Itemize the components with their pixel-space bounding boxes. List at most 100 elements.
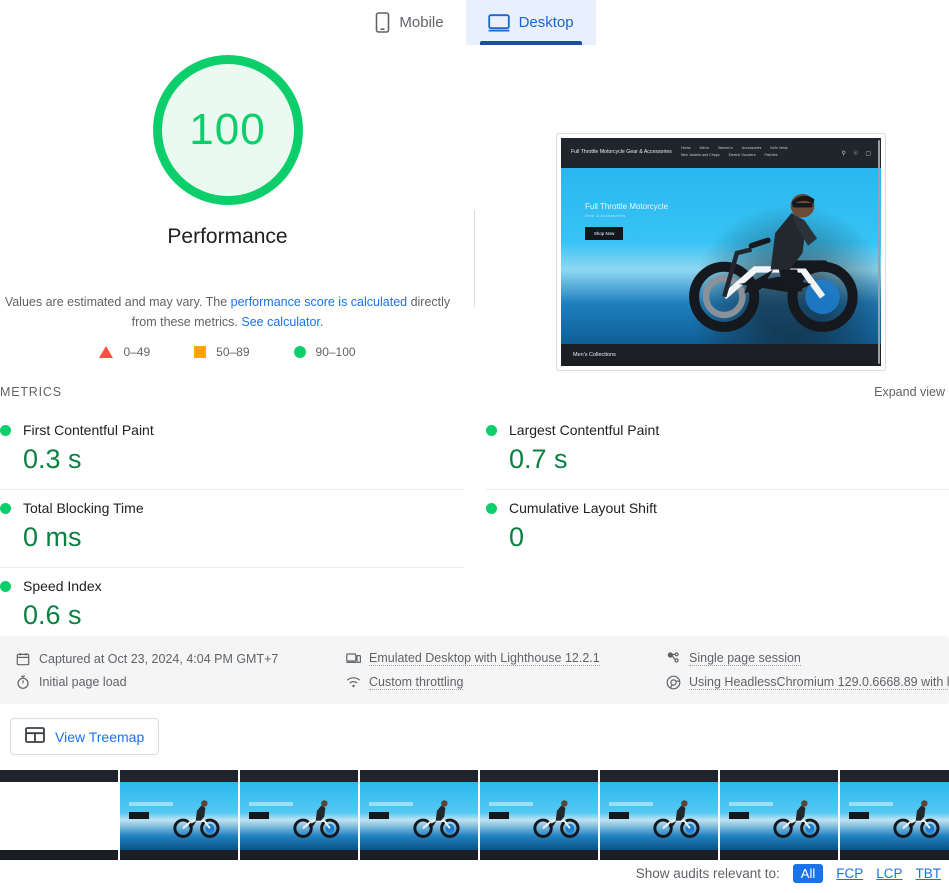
- pagespeed-report: Mobile Desktop 100 Performance Full Thro…: [0, 0, 949, 893]
- cart-icon: ▢: [865, 150, 871, 157]
- frame-footer: [0, 850, 118, 860]
- metric-label: Cumulative Layout Shift: [509, 500, 657, 517]
- frame-hero-cta: [249, 812, 269, 819]
- frame-hero-cta: [849, 812, 869, 819]
- frame-footer: [600, 850, 718, 860]
- metric-value: 0.7 s: [509, 444, 568, 474]
- nav-item: Accessories: [741, 146, 762, 150]
- metric-label: First Contentful Paint: [23, 422, 154, 438]
- frame-footer: [480, 850, 598, 860]
- final-screenshot: Full Throttle Motorcycle Gear & Accessor…: [561, 138, 881, 366]
- screenshot-scrollbar: [878, 140, 880, 364]
- treemap-icon: [25, 727, 45, 746]
- frame-footer: [360, 850, 478, 860]
- filter-fcp[interactable]: FCP: [836, 866, 863, 881]
- metrics-column-right: Largest Contentful Paint 0.7 s Cumulativ…: [486, 412, 949, 645]
- nav-item: Patches: [764, 153, 778, 157]
- filter-tbt[interactable]: TBT: [916, 866, 942, 881]
- nav-item: Kid's Vests: [770, 146, 788, 150]
- metric-speed-index[interactable]: Speed Index 0.6 s: [0, 568, 464, 645]
- frame-hero-cta: [369, 812, 389, 819]
- frame-hero-cta: [489, 812, 509, 819]
- expand-view-link[interactable]: Expand view: [874, 385, 945, 399]
- performance-gauge[interactable]: 100: [152, 55, 303, 205]
- frame-body: [120, 782, 238, 850]
- score-legend: 0–49 50–89 90–100: [0, 345, 455, 359]
- env-user-agent[interactable]: Using HeadlessChromium 129.0.6668.89 wit…: [666, 675, 949, 690]
- site-nav-row-secondary: Men Jackets and Chaps Electric Scooters …: [681, 153, 842, 157]
- frame-header: [120, 770, 238, 782]
- motorcycle-rider-image: [173, 800, 220, 838]
- account-icon: ☉: [852, 150, 859, 157]
- frame-body: [0, 782, 118, 850]
- status-circle-icon: [0, 580, 11, 592]
- score-description-lead: Values are estimated and may vary. The: [4, 295, 231, 309]
- filmstrip-frame: [840, 770, 949, 860]
- environment-column-2: Emulated Desktop with Lighthouse 12.2.1 …: [346, 651, 666, 690]
- metric-cumulative-layout-shift[interactable]: Cumulative Layout Shift 0: [486, 490, 949, 567]
- motorcycle-rider-image: [653, 800, 700, 838]
- metric-name-row: Speed Index: [0, 578, 464, 594]
- metric-largest-contentful-paint[interactable]: Largest Contentful Paint 0.7 s: [486, 412, 949, 491]
- metric-value: 0.6 s: [23, 600, 82, 631]
- stopwatch-icon: [16, 675, 30, 689]
- env-throttling-text: Custom throttling: [369, 674, 464, 690]
- see-calculator-link[interactable]: See calculator.: [241, 315, 323, 329]
- site-header-icons: ⚲ ☉ ▢: [842, 150, 871, 157]
- frame-footer: [840, 850, 949, 860]
- metric-value: 0: [509, 522, 525, 553]
- audits-filter-bar: Show audits relevant to: All FCP LCP TBT: [636, 864, 941, 883]
- frame-hero-cta: [729, 812, 749, 819]
- filmstrip-frame: [240, 770, 358, 860]
- nav-item: Electric Scooters: [728, 153, 756, 157]
- metric-total-blocking-time[interactable]: Total Blocking Time 0 ms: [0, 490, 464, 569]
- frame-body: [240, 782, 358, 850]
- site-brand: Full Throttle Motorcycle Gear & Accessor…: [571, 149, 672, 156]
- metric-name-row: First Contentful Paint: [0, 422, 464, 438]
- filter-all[interactable]: All: [792, 864, 824, 883]
- metrics-title: METRICS: [0, 385, 62, 399]
- metrics-column-left: First Contentful Paint 0.3 s Total Block…: [0, 412, 464, 645]
- nav-item: Home: [681, 146, 691, 150]
- status-circle-icon: [0, 424, 11, 436]
- circle-icon: [293, 346, 306, 358]
- frame-body: [360, 782, 478, 850]
- tab-mobile[interactable]: Mobile: [353, 0, 465, 45]
- frame-body: [720, 782, 838, 850]
- network-icon: [346, 675, 361, 689]
- mobile-icon: [375, 12, 390, 33]
- frame-body: [480, 782, 598, 850]
- env-session[interactable]: Single page session: [666, 651, 949, 666]
- metric-label: Total Blocking Time: [23, 500, 144, 517]
- search-icon: ⚲: [841, 150, 846, 157]
- legend-range-fail: 0–49: [123, 345, 151, 359]
- environment-bar: Captured at Oct 23, 2024, 4:04 PM GMT+7 …: [0, 636, 949, 704]
- frame-header: [840, 770, 949, 782]
- performance-category-label: Performance: [167, 225, 288, 248]
- users-icon: [666, 651, 680, 665]
- metric-value: 0.3 s: [23, 444, 82, 474]
- site-nav-row-primary: Home Men's Women's Accessories Kid's Ves…: [681, 146, 842, 150]
- final-screenshot-card: Full Throttle Motorcycle Gear & Accessor…: [556, 133, 886, 371]
- frame-footer: [240, 850, 358, 860]
- filter-lcp[interactable]: LCP: [876, 866, 902, 881]
- view-treemap-button[interactable]: View Treemap: [10, 718, 160, 755]
- env-emulation-text: Emulated Desktop with Lighthouse 12.2.1: [369, 650, 600, 666]
- screenshot-filmstrip: [0, 770, 949, 860]
- status-circle-icon: [486, 424, 497, 436]
- env-throttling[interactable]: Custom throttling: [346, 675, 666, 690]
- frame-hero-cta: [609, 812, 629, 819]
- metric-name-row: Cumulative Layout Shift: [486, 500, 949, 516]
- filmstrip-frame: [480, 770, 598, 860]
- metric-first-contentful-paint[interactable]: First Contentful Paint 0.3 s: [0, 412, 464, 491]
- performance-score-block: 100 Performance: [0, 55, 455, 249]
- form-factor-tabs: Mobile Desktop: [0, 0, 949, 45]
- env-emulation[interactable]: Emulated Desktop with Lighthouse 12.2.1: [346, 651, 666, 666]
- legend-range-pass: 90–100: [315, 345, 356, 359]
- tab-desktop[interactable]: Desktop: [465, 0, 596, 45]
- frame-body: [600, 782, 718, 850]
- frame-header: [720, 770, 838, 782]
- performance-score-calculated-link[interactable]: performance score is calculated: [231, 295, 407, 309]
- filmstrip-frame: [720, 770, 838, 860]
- filmstrip-frame: [0, 770, 118, 860]
